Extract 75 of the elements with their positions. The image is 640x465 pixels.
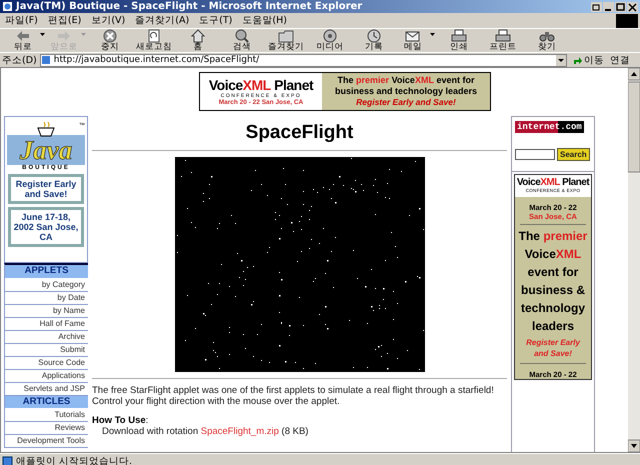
home-icon [190,29,206,43]
links-label[interactable]: 연결 [610,54,638,66]
download-link[interactable]: SpaceFlight_m.zip [200,426,279,437]
toolbar-button[interactable]: 뒤로 [6,29,40,52]
toolbar-button[interactable]: 기록 [352,29,396,52]
menu-item[interactable]: 도움말(H) [237,14,292,27]
toolbar-button[interactable]: 인쇄 [437,29,481,52]
menu-item[interactable]: 보기(V) [86,14,130,27]
forward-arrow-icon [56,29,72,43]
minimize-button[interactable] [603,2,614,12]
history-icon [366,29,382,43]
mail-icon [405,29,421,43]
nav-link[interactable]: Tutorials [5,409,88,422]
banner-logo: VoiceXML Planet [208,77,314,93]
nav-link[interactable]: Source Code [5,356,88,370]
banner-tagline: The premier VoiceXML event for business & technology leaders [518,228,588,335]
nav-link[interactable]: by Date [5,292,88,304]
nav-link[interactable]: Hall of Fame [5,318,88,330]
caret-icon[interactable] [40,33,45,36]
browser-icon [2,1,13,12]
promo-text: Register Early and Save! [8,174,84,204]
toolbar-button[interactable]: 홈 [176,29,220,52]
media-icon [322,29,338,43]
nav-link[interactable]: by Category [5,278,88,292]
starfield-applet[interactable] [174,157,424,372]
scrollbar-drawing[interactable] [628,68,640,452]
page-icon [40,55,51,65]
banner-logo: VoiceXML Planet [516,177,590,188]
search-field[interactable] [515,149,555,160]
toolbar-button[interactable]: 찾기 [525,29,569,52]
arrow-icon [573,56,582,64]
binoculars-icon [539,29,555,43]
go-button[interactable]: 이동 [570,54,607,66]
address-field[interactable]: http://javaboutique.internet.com/SpaceFlight/ [40,54,567,66]
folder-icon [278,29,294,43]
toolbar-button[interactable]: 새로고침 [132,29,176,52]
coffee-cup-icon [35,120,57,138]
banner-cta: Register Early and Save! [520,337,586,364]
toolbar-button[interactable]: 즐겨찾기 [264,29,308,52]
close-button[interactable] [627,2,638,12]
menu-item[interactable]: 편집(E) [42,14,86,27]
nav-link[interactable]: Submit [5,344,88,356]
toolbar-button[interactable]: 중지 [88,29,132,52]
applet-icon [2,456,13,465]
toolbar-button[interactable]: 검색 [220,29,264,52]
search-button[interactable]: Search [557,148,590,161]
back-arrow-icon [15,29,31,43]
nav-link[interactable]: Archive [5,330,88,344]
nav-link[interactable]: Development Tools [5,435,88,448]
nav-link[interactable]: Reviews [5,422,88,435]
caret-icon[interactable] [430,33,435,36]
menu-item[interactable]: 파일(F) [0,14,43,27]
description-text: The free StarFlight applet was one of the first applets to simulate a real flight through a starfield! Control your flight direction with the mouse over the applet. [92,385,495,407]
toolbar-button[interactable]: 미디어 [308,29,352,52]
nav-section-header: ARTICLES [5,396,88,409]
promo-dates: June 17-18, 2002 San Jose, CA [8,207,84,247]
restore-button[interactable] [591,2,602,12]
nav-link[interactable]: by Name [5,304,88,318]
nav-link[interactable]: Applications [5,370,88,382]
toolbar-button[interactable]: 메일 [396,29,430,52]
address-label: 주소(D) [2,54,37,66]
download-text: Download with rotation SpaceFlight_m.zip (8 KB) [101,426,310,437]
maximize-button[interactable] [615,2,626,12]
status-text: 애플릿이 시작되었습니다. [16,454,132,465]
url-text: http://javaboutique.internet.com/SpaceFlight/ [54,55,260,65]
menu-item[interactable]: 즐겨찾기(A) [130,14,194,27]
page-heading: SpaceFlight [244,122,354,144]
menu-item[interactable]: 도구(T) [194,14,238,27]
nav-section-header: APPLETS [5,265,88,278]
banner-cta: Register Early and Save! [356,97,456,108]
banner-tagline: The premier VoiceXML event for business and technology leaders [334,75,478,97]
how-to-heading: How To Use: [92,415,150,426]
logo-text: Java [7,135,85,165]
toolbar-button[interactable]: 프린트 [481,29,525,52]
window-title: Java(TM) Boutique - SpaceFlight - Microsoft Internet Explorer [16,1,364,12]
